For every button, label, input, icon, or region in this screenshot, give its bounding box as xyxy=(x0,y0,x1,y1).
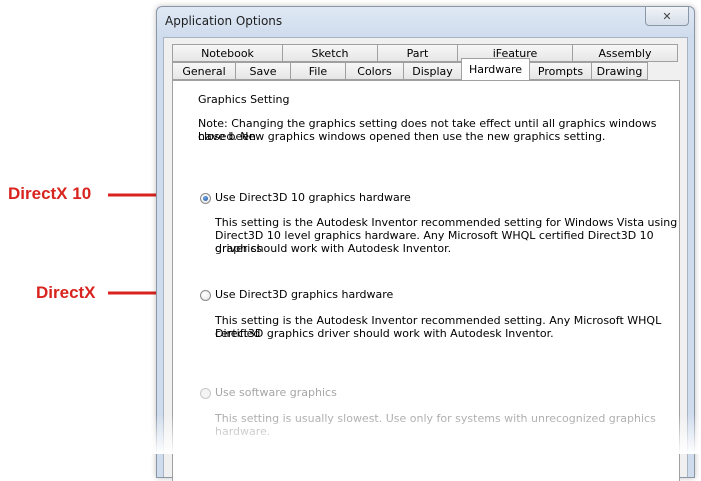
tab-file[interactable]: File xyxy=(290,62,345,80)
note-line-2: closed. New graphics windows opened then… xyxy=(198,130,606,143)
tab-part[interactable]: Part xyxy=(377,44,457,62)
tab-general[interactable]: General xyxy=(172,62,235,80)
tab-display[interactable]: Display xyxy=(403,62,461,80)
hardware-tab-panel: Graphics Setting Note: Changing the grap… xyxy=(172,80,680,481)
tab-sketch[interactable]: Sketch xyxy=(282,44,377,62)
window-title: Application Options xyxy=(165,14,283,28)
radio-direct3d[interactable] xyxy=(200,290,211,301)
option-direct3d10-desc-3: driver should work with Autodesk Invento… xyxy=(215,242,452,255)
close-icon: ✕ xyxy=(662,9,672,23)
option-direct3d-label[interactable]: Use Direct3D graphics hardware xyxy=(215,288,393,301)
callout-directx-label: DirectX xyxy=(36,283,96,302)
application-options-dialog: Application Options ✕ Notebook Sketch Pa… xyxy=(156,6,695,481)
option-direct3d10-label[interactable]: Use Direct3D 10 graphics hardware xyxy=(215,191,411,204)
option-software-desc-1: This setting is usually slowest. Use onl… xyxy=(215,412,656,438)
tab-colors[interactable]: Colors xyxy=(345,62,403,80)
tab-prompts[interactable]: Prompts xyxy=(530,62,591,80)
tab-assembly[interactable]: Assembly xyxy=(572,44,678,62)
dialog-client-area: Notebook Sketch Part iFeature Assembly G… xyxy=(163,37,688,481)
tab-row-top: Notebook Sketch Part iFeature Assembly xyxy=(172,44,678,62)
close-button[interactable]: ✕ xyxy=(645,7,689,26)
radio-software-graphics xyxy=(200,388,211,399)
option-software-label: Use software graphics xyxy=(215,386,337,399)
option-direct3d10-desc-1: This setting is the Autodesk Inventor re… xyxy=(215,216,678,229)
title-bar[interactable]: Application Options ✕ xyxy=(157,7,694,37)
tab-drawing[interactable]: Drawing xyxy=(591,62,648,80)
option-direct3d-desc-2: Direct3D graphics driver should work wit… xyxy=(215,327,554,340)
tab-save[interactable]: Save xyxy=(235,62,290,80)
callout-directx10-label: DirectX 10 xyxy=(8,184,92,203)
radio-direct3d10[interactable] xyxy=(200,193,211,204)
tab-notebook[interactable]: Notebook xyxy=(172,44,282,62)
tab-row-bottom: General Save File Colors Display Hardwar… xyxy=(172,58,648,80)
tab-hardware[interactable]: Hardware xyxy=(461,58,530,80)
graphics-setting-label: Graphics Setting xyxy=(198,93,290,106)
